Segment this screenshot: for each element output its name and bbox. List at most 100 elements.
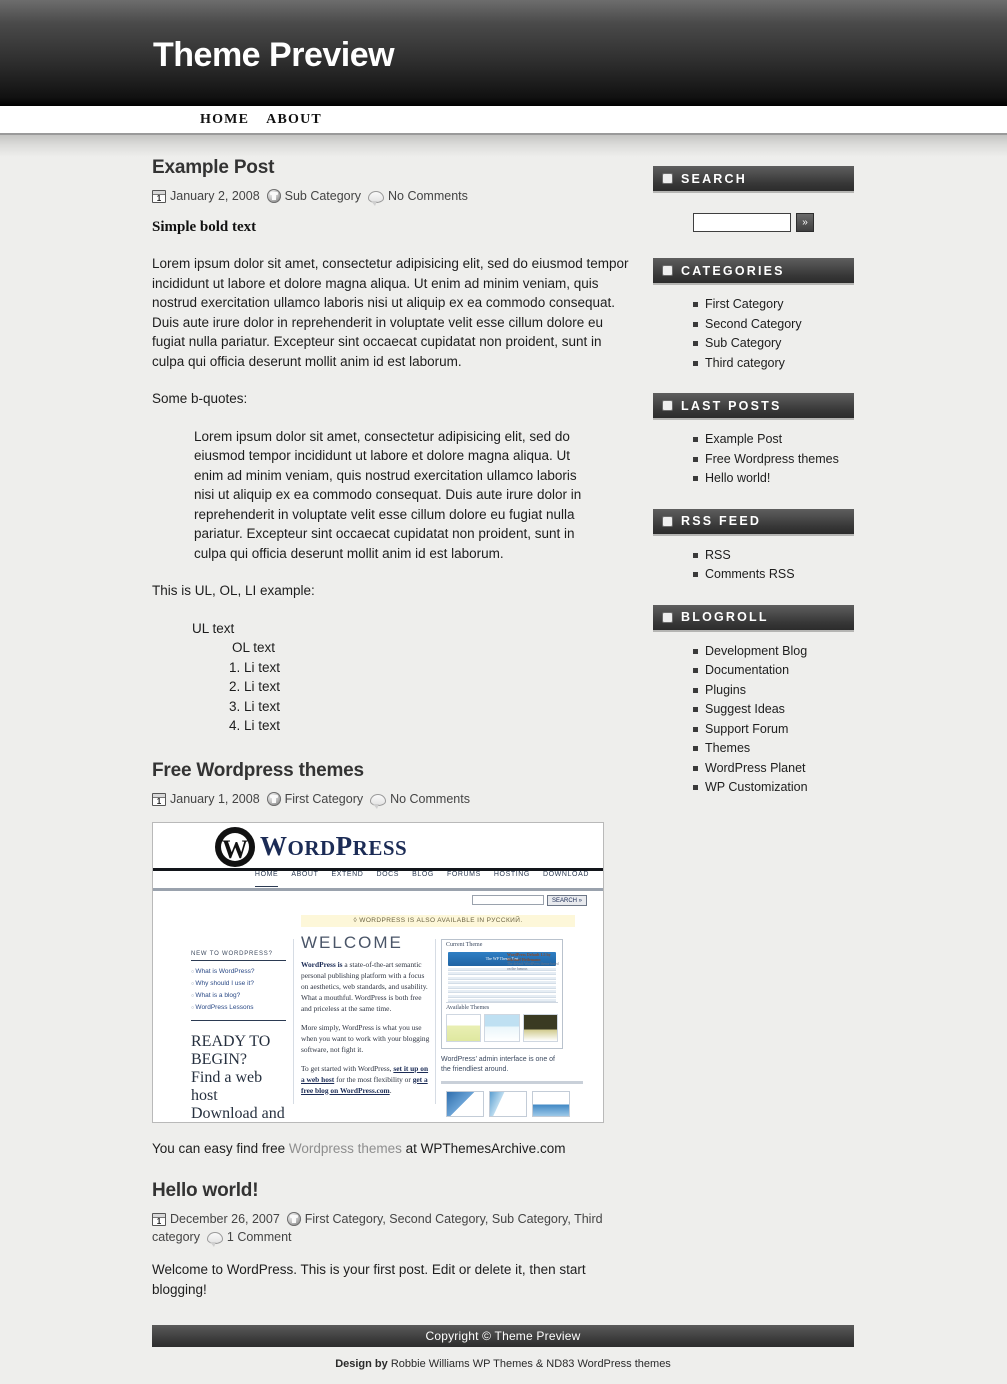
list-item[interactable]: Documentation [693, 661, 854, 681]
wp-body-text-3a: To get started with WordPress, [301, 1063, 394, 1073]
wp-divider [441, 1080, 583, 1084]
wp-body-lead: WordPress is [301, 959, 343, 969]
post-title[interactable]: Free Wordpress themes [152, 760, 632, 782]
list-item[interactable]: First Category [693, 295, 854, 315]
list-item[interactable]: Free Wordpress themes [693, 450, 854, 470]
widget-body: First Category Second Category Sub Categ… [653, 285, 854, 377]
wp-new-to-wordpress: NEW TO WORDPRESS? What is WordPress? Why… [191, 951, 286, 1021]
list-item[interactable]: Comments RSS [693, 565, 854, 585]
ordered-list: Li text Li text Li text Li text [152, 658, 632, 736]
list-item[interactable]: Plugins [693, 681, 854, 701]
search-form: » [653, 203, 854, 238]
wordpress-org-screenshot: W WORDPRESS HOME ABOUT EXTEND DOCS BLOG … [152, 821, 604, 1123]
search-input[interactable] [693, 213, 791, 232]
calendar-icon: 1 [152, 1213, 166, 1226]
post-meta: 1 December 26, 2007 First Category, Secon… [152, 1210, 632, 1247]
wp-right-rule [435, 938, 436, 1104]
blogroll-list: Development Blog Documentation Plugins S… [653, 642, 854, 798]
wp-admin-theme-info: WordPress Default 1.5 by Michael Heilema… [507, 952, 559, 972]
wp-admin-current-theme-label: Current Theme [446, 941, 483, 948]
wp-welcome-heading: WELCOME [301, 932, 403, 952]
widget-blogroll: Blogroll Development Blog Documentation … [653, 604, 854, 802]
widget-title: RSS Feed [653, 508, 854, 536]
embedded-browser-shot: W WORDPRESS HOME ABOUT EXTEND DOCS BLOG … [153, 822, 603, 1122]
wp-admin-theme-thumbs [446, 1013, 558, 1042]
post-free-wordpress-themes: Free Wordpress themes 1 January 1, 2008 F… [152, 760, 632, 1159]
list-item[interactable]: Suggest Ideas [693, 700, 854, 720]
list-item: Li text [244, 677, 632, 697]
caption-before: You can easy find free [152, 1140, 289, 1156]
list-intro: This is UL, OL, LI example: [152, 583, 315, 598]
site-header: Theme Preview [0, 0, 1007, 106]
calendar-icon: 1 [152, 190, 166, 203]
wp-nav-docs: DOCS [376, 870, 400, 878]
wp-body-text-3c: . [389, 1085, 392, 1095]
post-title[interactable]: Hello world! [152, 1180, 632, 1202]
list-item[interactable]: Hello world! [693, 469, 854, 489]
wp-nav-about: ABOUT [291, 870, 319, 878]
wp-locale-notice: ◊ WORDPRESS IS ALSO AVAILABLE IN РУССКИЙ… [301, 914, 575, 927]
wp-nav-hosting: HOSTING [493, 870, 530, 878]
wp-admin-thumb [484, 1013, 520, 1042]
post-comments[interactable]: No Comments [388, 189, 468, 203]
list-item[interactable]: Development Blog [693, 642, 854, 662]
category-icon [266, 189, 281, 203]
widget-title: Search [653, 166, 854, 193]
nav-item-home[interactable]: HOME [200, 112, 249, 128]
wp-body-text-2: More simply, WordPress is what you use w… [301, 1022, 430, 1054]
post-category[interactable]: First Category [285, 792, 364, 806]
comment-icon [370, 793, 387, 809]
list-item[interactable]: Second Category [693, 315, 854, 335]
main-navigation: HOME ABOUT [0, 106, 1007, 135]
nav-item-about[interactable]: ABOUT [266, 112, 322, 128]
post-comments[interactable]: No Comments [390, 792, 470, 806]
list-item[interactable]: Themes [693, 739, 854, 759]
wp-admin-rows [448, 967, 556, 1002]
wp-nav-blog: BLOG [412, 870, 434, 878]
wp-new-link: What is a blog? [191, 990, 286, 1002]
list-item[interactable]: Sub Category [693, 334, 854, 354]
post-meta: 1 January 1, 2008 First Category No Comme… [152, 790, 632, 809]
design-credit-text[interactable]: Robbie Williams WP Themes & ND83 WordPre… [391, 1358, 671, 1370]
design-label: Design by [335, 1358, 388, 1370]
list-item[interactable]: Third category [693, 354, 854, 374]
wp-bottom-thumbnails [446, 1090, 570, 1117]
widget-body: Development Blog Documentation Plugins S… [653, 632, 854, 802]
wp-body-text-3b: for the most flexibility or [334, 1074, 413, 1084]
list-item[interactable]: Support Forum [693, 720, 854, 740]
list-item[interactable]: Example Post [693, 430, 854, 450]
list-example: UL text OL text Li text Li text Li text … [152, 619, 632, 736]
wp-ready-link: Download and Install [191, 1104, 285, 1122]
list-item[interactable]: WordPress Planet [693, 759, 854, 779]
post-meta: 1 January 2, 2008 Sub Category No Comment… [152, 187, 632, 206]
list-item[interactable]: RSS [693, 546, 854, 566]
caption-link[interactable]: Wordpress themes [289, 1141, 402, 1156]
wp-admin-thumb [446, 1013, 482, 1042]
post-hello-world: Hello world! 1 December 26, 2007 First Ca… [152, 1180, 632, 1299]
wp-search: SEARCH » [471, 894, 587, 906]
category-icon [286, 1212, 301, 1226]
site-footer: Copyright © Theme Preview Design by Robb… [152, 1325, 854, 1370]
list-item: Li text [244, 697, 632, 717]
widget-categories: Categories First Category Second Categor… [653, 258, 854, 377]
widget-title: Categories [653, 258, 854, 285]
wp-rule [191, 1019, 286, 1021]
caption-after: at WPThemesArchive.com [401, 1140, 566, 1156]
list-item: Li text [244, 716, 632, 736]
widget-title: Last Posts [653, 393, 854, 420]
list-item[interactable]: WP Customization [693, 778, 854, 798]
post-paragraph: Lorem ipsum dolor sit amet, consectetur … [152, 256, 629, 369]
post-category[interactable]: Sub Category [285, 189, 361, 203]
wp-nav-extend: EXTEND [331, 870, 364, 878]
wp-admin-thumbnail: Current Theme The WP Theme Test WordPres… [441, 938, 563, 1049]
search-submit-button[interactable]: » [796, 213, 814, 232]
post-comments[interactable]: 1 Comment [227, 1230, 292, 1244]
rss-list: RSS Comments RSS [653, 546, 854, 585]
wp-ready-heading: READY TO BEGIN? [191, 1032, 271, 1068]
page-root: Theme Preview HOME ABOUT Example Post 1J… [0, 0, 1007, 1384]
wp-new-heading: NEW TO WORDPRESS? [191, 951, 286, 961]
wp-admin-theme-name: WordPress Default 1.5 by Michael Heilema… [507, 951, 551, 962]
post-caption: You can easy find free Wordpress themes … [152, 1139, 632, 1159]
post-title[interactable]: Example Post [152, 157, 632, 179]
wp-bottom-thumb [532, 1090, 570, 1117]
